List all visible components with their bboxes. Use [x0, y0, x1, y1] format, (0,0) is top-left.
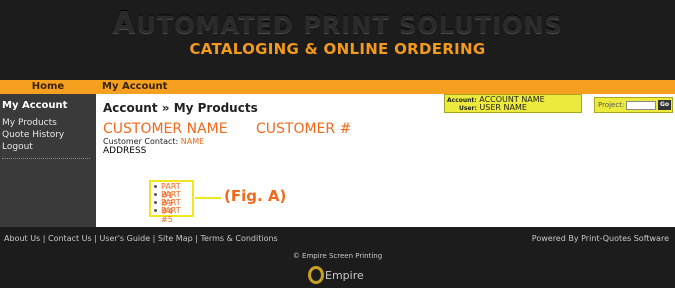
brand-title-initial: A — [112, 6, 137, 41]
brand-title-rest: UTOMATED PRINT SOLUTIONS — [136, 11, 563, 39]
customer-address: ADDRESS — [103, 146, 147, 156]
list-bullet — [154, 209, 157, 212]
powered-by: Powered By Print-Quotes Software — [531, 234, 669, 243]
footer-link-users-guide[interactable]: User's Guide — [99, 234, 150, 243]
account-info-box: Account: ACCOUNT NAME User: USER NAME — [444, 94, 582, 113]
breadcrumb: Account » My Products — [103, 101, 258, 115]
footer-link-about[interactable]: About Us — [4, 234, 40, 243]
brand-title: AUTOMATED PRINT SOLUTIONS — [0, 6, 675, 41]
sidebar: My Account My Products Quote History Log… — [0, 94, 96, 227]
sidebar-item-my-products[interactable]: My Products — [2, 118, 57, 128]
contact-value: NAME — [180, 137, 205, 146]
empire-logo: Empire — [308, 266, 364, 284]
user-value: USER NAME — [479, 103, 527, 112]
project-label: Project: — [598, 101, 625, 109]
customer-number: CUSTOMER # — [256, 121, 352, 137]
footer-link-terms[interactable]: Terms & Conditions — [200, 234, 277, 243]
user-label: User: — [459, 105, 477, 112]
sidebar-item-logout[interactable]: Logout — [2, 142, 33, 152]
sidebar-divider — [2, 158, 90, 159]
footer-links: About Us | Contact Us | User's Guide | S… — [4, 234, 278, 243]
footer-link-site-map[interactable]: Site Map — [158, 234, 193, 243]
nav-my-account-link[interactable]: My Account — [102, 80, 167, 94]
list-bullet — [154, 185, 157, 188]
contact-label: Customer Contact: — [103, 137, 179, 146]
nav-home-link[interactable]: Home — [0, 80, 96, 94]
sidebar-item-quote-history[interactable]: Quote History — [2, 130, 64, 140]
figure-label: (Fig. A) — [224, 187, 287, 205]
customer-name: CUSTOMER NAME — [103, 121, 228, 137]
list-bullet — [154, 201, 157, 204]
site-footer: About Us | Contact Us | User's Guide | S… — [0, 227, 675, 288]
project-box: Project: Go — [594, 97, 673, 113]
list-bullet — [154, 193, 157, 196]
logo-text: Empire — [325, 269, 364, 282]
footer-link-contact[interactable]: Contact Us — [48, 234, 92, 243]
brand-subtitle: CATALOGING & ONLINE ORDERING — [189, 40, 486, 58]
site-header: AUTOMATED PRINT SOLUTIONS CATALOGING & O… — [0, 0, 675, 80]
figure-callout-line — [195, 197, 221, 199]
user-row: User: USER NAME — [459, 103, 527, 112]
sidebar-heading: My Account — [2, 100, 68, 111]
project-input[interactable] — [626, 101, 656, 110]
parts-list: PART #1 PART #3 PART #4 PART #5 — [149, 180, 194, 224]
copyright: © Empire Screen Printing — [292, 252, 383, 260]
part-link[interactable]: PART #5 — [161, 206, 192, 224]
top-nav-bar: Home My Account — [0, 80, 675, 94]
project-go-button[interactable]: Go — [658, 100, 671, 110]
main-content: Account » My Products CUSTOMER NAME CUST… — [96, 94, 675, 227]
customer-contact: Customer Contact: NAME — [103, 137, 204, 146]
